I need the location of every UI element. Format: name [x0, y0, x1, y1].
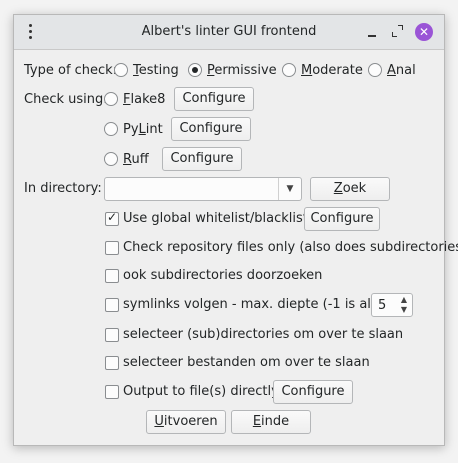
skip-directories-label[interactable]: selecteer (sub)directories om over te sl… — [123, 327, 403, 342]
subdirectories-checkbox[interactable] — [105, 269, 119, 283]
directory-combobox[interactable]: ▼ — [104, 177, 302, 201]
radio-permissive-label[interactable]: Permissive — [207, 63, 277, 78]
radio-testing-label[interactable]: Testing — [133, 63, 179, 78]
minimize-icon[interactable] — [366, 25, 380, 39]
repo-files-only-checkbox[interactable] — [105, 241, 119, 255]
radio-anal-label[interactable]: Anal — [387, 63, 416, 78]
radio-testing[interactable] — [114, 63, 128, 77]
type-of-check-label: Type of check: — [24, 63, 118, 78]
configure-pylint-button[interactable]: Configure — [171, 117, 251, 141]
repo-files-only-label[interactable]: Check repository files only (also does s… — [123, 240, 458, 255]
global-whitelist-label[interactable]: Use global whitelist/blacklist — [123, 211, 308, 226]
skip-directories-checkbox[interactable] — [105, 328, 119, 342]
configure-output-button[interactable]: Configure — [273, 380, 353, 404]
radio-moderate[interactable] — [282, 63, 296, 77]
spin-up-icon[interactable]: ▲ — [399, 295, 409, 305]
radio-ruff-label[interactable]: Ruff — [123, 152, 149, 167]
configure-whitelist-button[interactable]: Configure — [304, 207, 380, 231]
radio-pylint-label[interactable]: PyLint — [123, 122, 163, 137]
symlink-depth-value: 5 — [378, 298, 387, 313]
search-directory-button[interactable]: Zoek — [310, 177, 390, 201]
quit-button[interactable]: Einde — [231, 410, 311, 434]
skip-files-checkbox[interactable] — [105, 356, 119, 370]
follow-symlinks-label[interactable]: symlinks volgen - max. diepte (-1 is all… — [123, 297, 399, 312]
radio-flake8[interactable] — [104, 92, 118, 106]
restore-icon[interactable] — [391, 25, 405, 39]
radio-pylint[interactable] — [104, 122, 118, 136]
spin-down-icon[interactable]: ▼ — [399, 305, 409, 315]
skip-files-label[interactable]: selecteer bestanden om over te slaan — [123, 355, 370, 370]
symlink-depth-spinbox[interactable]: 5 ▲ ▼ — [371, 293, 413, 317]
radio-ruff[interactable] — [104, 152, 118, 166]
configure-flake8-button[interactable]: Configure — [174, 87, 254, 111]
configure-ruff-button[interactable]: Configure — [162, 147, 242, 171]
check-using-label: Check using: — [24, 92, 108, 107]
chevron-down-icon[interactable]: ▼ — [278, 178, 301, 200]
in-directory-label: In directory: — [24, 181, 102, 196]
radio-anal[interactable] — [368, 63, 382, 77]
run-button[interactable]: Uitvoeren — [146, 410, 226, 434]
radio-permissive[interactable] — [188, 63, 202, 77]
output-to-file-checkbox[interactable] — [105, 385, 119, 399]
title-bar: Albert's linter GUI frontend ✕ — [14, 15, 444, 50]
global-whitelist-checkbox[interactable] — [105, 210, 119, 226]
close-icon[interactable]: ✕ — [415, 23, 433, 41]
output-to-file-label[interactable]: Output to file(s) directly — [123, 384, 279, 399]
radio-flake8-label[interactable]: Flake8 — [123, 92, 165, 107]
linter-window: Albert's linter GUI frontend ✕ Type of c… — [13, 14, 458, 446]
follow-symlinks-checkbox[interactable] — [105, 298, 119, 312]
subdirectories-label[interactable]: ook subdirectories doorzoeken — [123, 268, 322, 283]
radio-moderate-label[interactable]: Moderate — [301, 63, 363, 78]
